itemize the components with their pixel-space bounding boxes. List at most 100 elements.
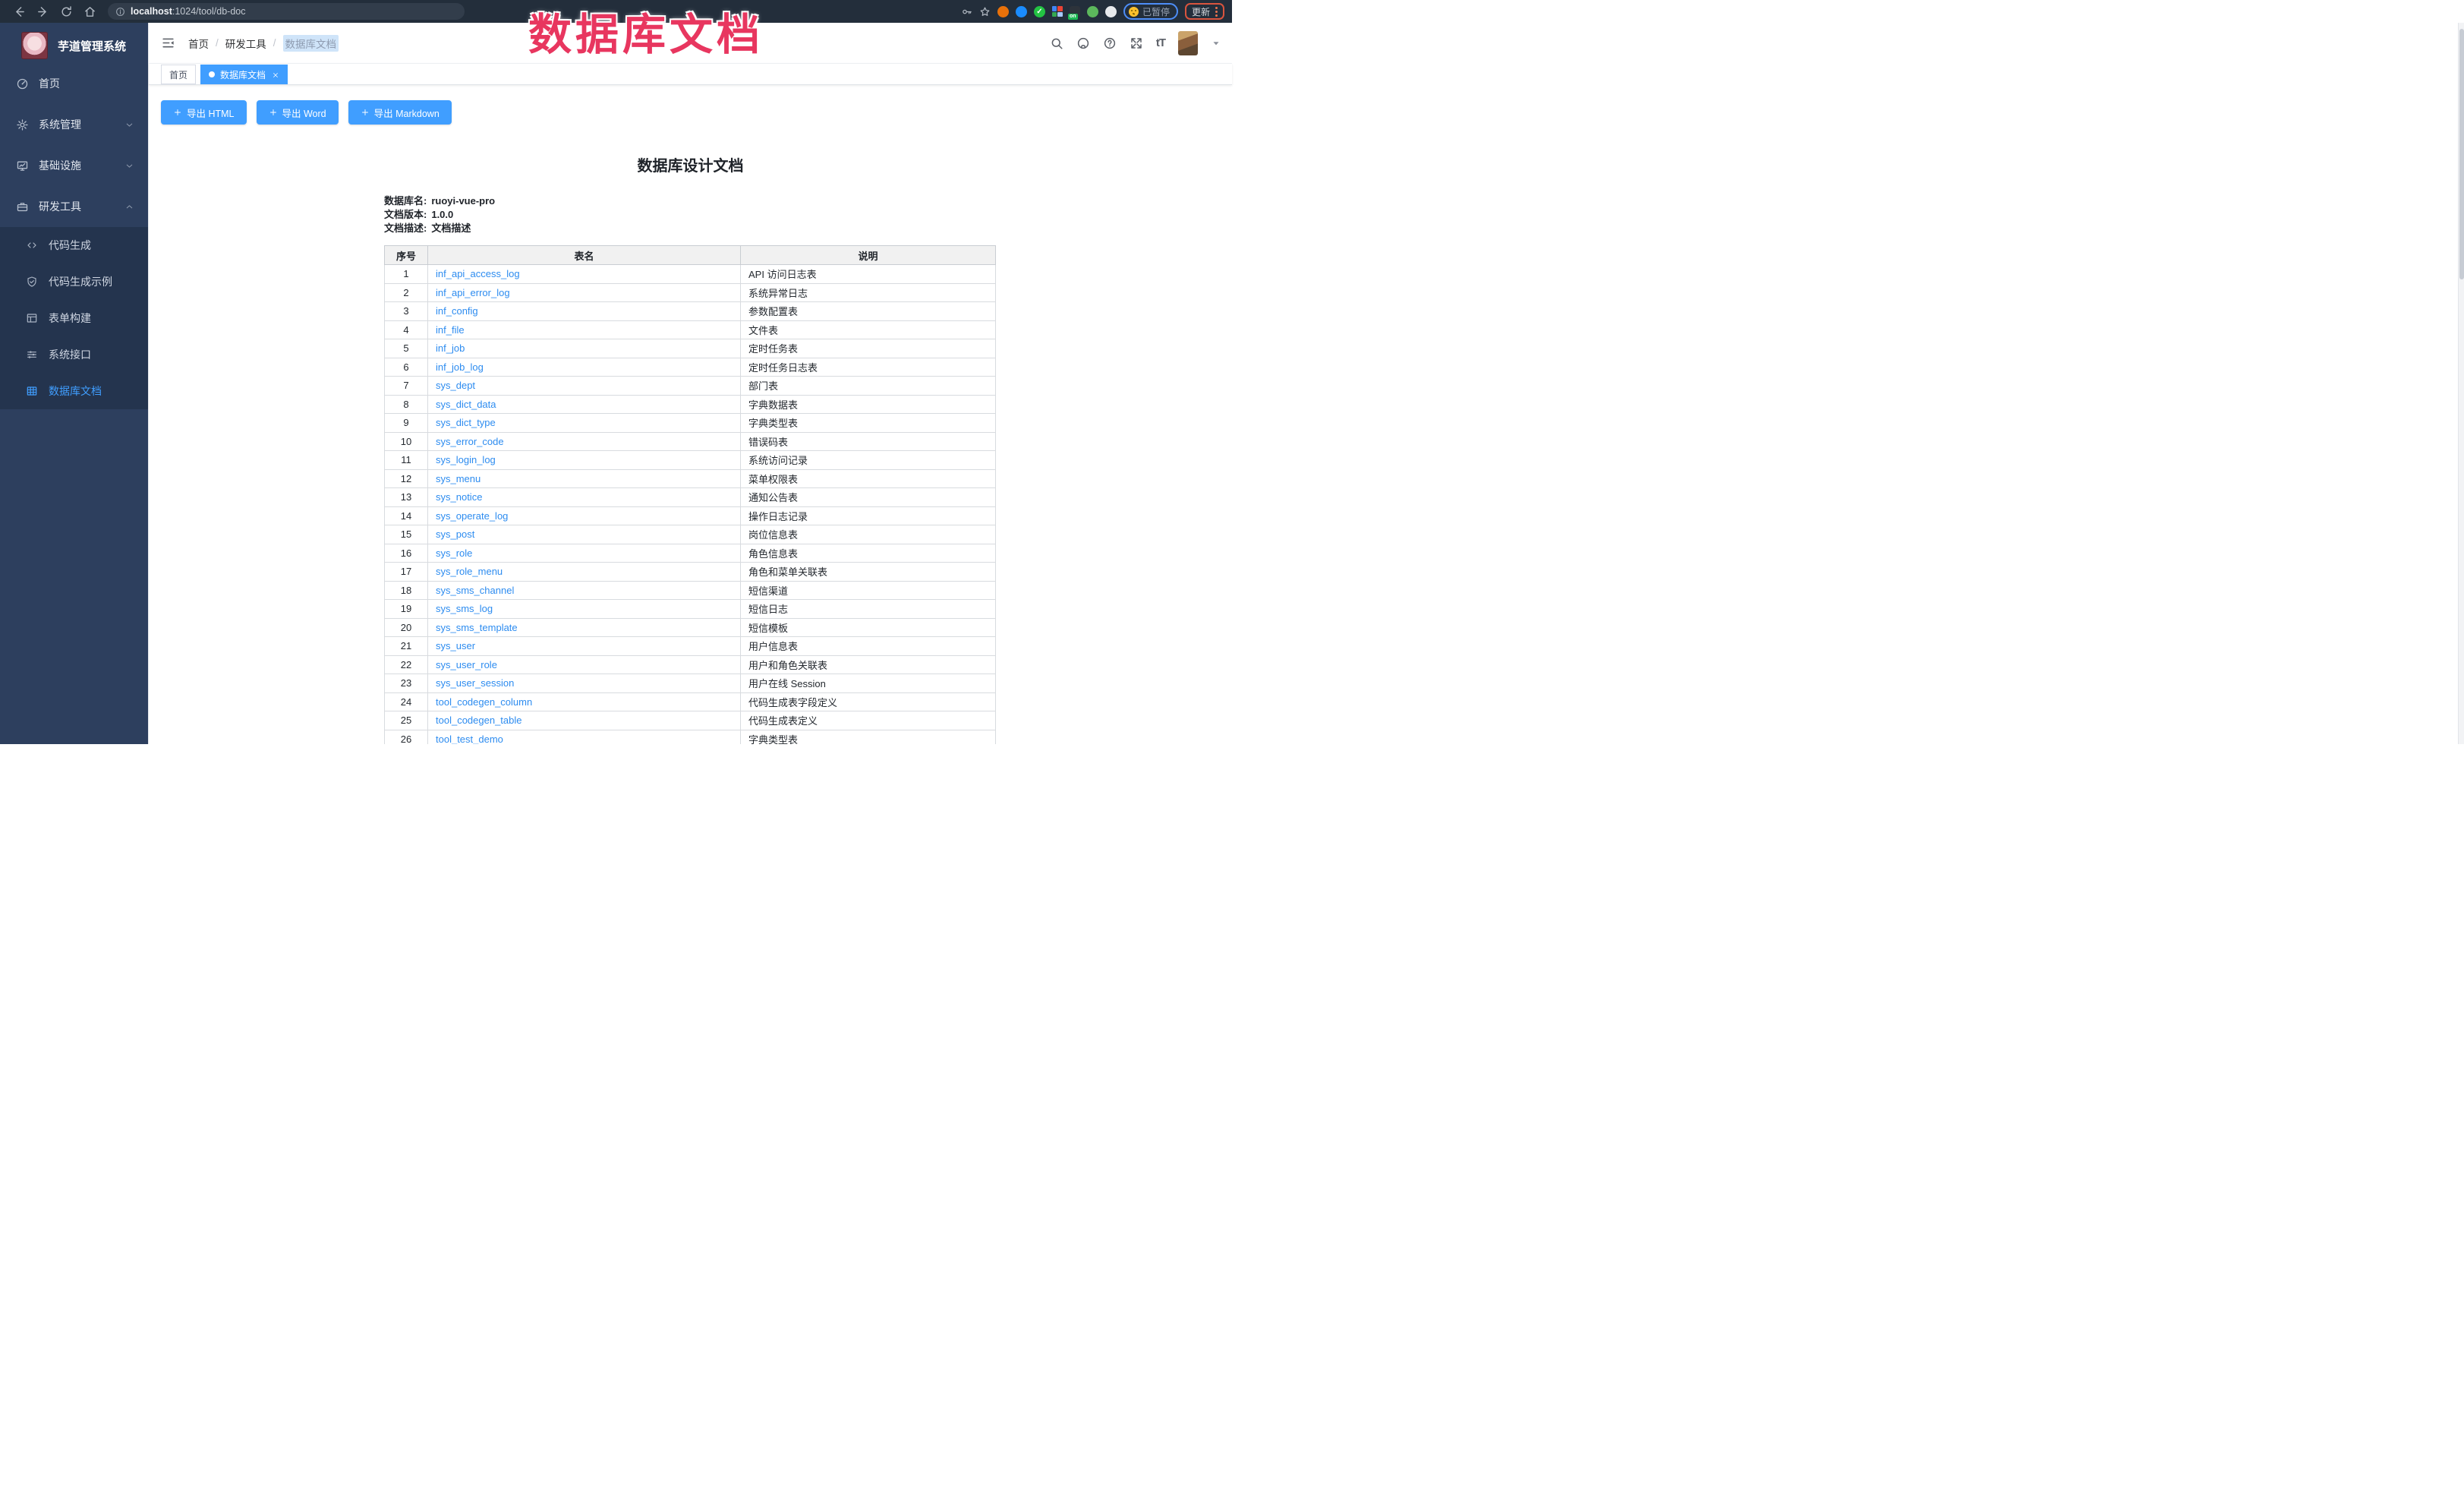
sidebar-item-0[interactable]: 首页 [0, 63, 148, 104]
fullscreen-icon[interactable] [1130, 36, 1143, 50]
table-name-link[interactable]: inf_config [436, 305, 478, 317]
extension-orange-icon[interactable] [997, 6, 1009, 17]
cell-table-name: sys_sms_channel [428, 581, 741, 600]
forward-icon[interactable] [36, 5, 49, 18]
export-button-1[interactable]: 导出 Word [257, 100, 339, 125]
table-name-link[interactable]: tool_test_demo [436, 733, 503, 744]
table-name-link[interactable]: sys_sms_channel [436, 585, 514, 596]
export-button-2[interactable]: 导出 Markdown [348, 100, 452, 125]
back-icon[interactable] [13, 5, 26, 18]
table-name-link[interactable]: sys_role [436, 547, 472, 559]
table-name-link[interactable]: sys_user_session [436, 677, 514, 689]
cell-seq: 15 [385, 525, 428, 544]
url-bar[interactable]: localhost:1024/tool/db-doc [108, 3, 465, 20]
extension-grid-icon[interactable] [1052, 6, 1063, 17]
table-name-link[interactable]: sys_user [436, 640, 475, 651]
profile-paused-pill[interactable]: 已暂停 [1123, 3, 1178, 20]
active-tab-dot [209, 71, 215, 77]
site-info-icon[interactable] [115, 7, 125, 17]
table-name-link[interactable]: sys_dept [436, 380, 475, 391]
table-row: 5inf_job定时任务表 [385, 339, 996, 358]
table-row: 21sys_user用户信息表 [385, 637, 996, 656]
table-name-link[interactable]: inf_file [436, 324, 465, 336]
cell-description: API 访问日志表 [741, 265, 996, 284]
submenu-item-2[interactable]: 表单构建 [0, 300, 148, 336]
cell-table-name: sys_notice [428, 488, 741, 507]
cell-description: 部门表 [741, 377, 996, 396]
table-name-link[interactable]: inf_job [436, 342, 465, 354]
user-menu-caret-icon[interactable] [1211, 38, 1221, 49]
home-icon[interactable] [83, 5, 96, 18]
cell-description: 用户在线 Session [741, 674, 996, 693]
export-button-0[interactable]: 导出 HTML [161, 100, 247, 125]
cell-description: 代码生成表字段定义 [741, 692, 996, 711]
help-icon[interactable] [1103, 36, 1117, 50]
table-name-link[interactable]: inf_api_access_log [436, 268, 520, 279]
extension-leaf-icon[interactable] [1087, 6, 1098, 17]
key-icon[interactable] [961, 6, 972, 17]
table-name-link[interactable]: tool_codegen_table [436, 715, 522, 726]
cell-description: 菜单权限表 [741, 469, 996, 488]
table-name-link[interactable]: sys_notice [436, 491, 482, 503]
table-header-cell: 表名 [428, 246, 741, 265]
scrollbar-thumb[interactable] [2459, 29, 2464, 279]
meta-line-2: 文档描述:文档描述 [384, 222, 1232, 235]
table-name-link[interactable]: sys_dict_type [436, 417, 496, 428]
bookmark-star-icon[interactable] [979, 6, 991, 17]
table-name-link[interactable]: sys_user_role [436, 659, 497, 670]
extension-dark-icon[interactable]: on [1070, 6, 1080, 17]
table-name-link[interactable]: sys_error_code [436, 436, 504, 447]
table-name-link[interactable]: sys_post [436, 528, 474, 540]
url-text: localhost:1024/tool/db-doc [131, 6, 245, 17]
table-row: 11sys_login_log系统访问记录 [385, 451, 996, 470]
browser-menu-icon[interactable] [1215, 7, 1218, 17]
infrastructure-icon [16, 159, 29, 172]
extension-blue-drop-icon[interactable] [1016, 6, 1027, 17]
table-name-link[interactable]: sys_sms_log [436, 603, 493, 614]
tab-close-icon[interactable] [272, 71, 279, 78]
api-icon [26, 349, 38, 361]
table-name-link[interactable]: sys_menu [436, 473, 481, 484]
table-name-link[interactable]: sys_role_menu [436, 566, 503, 577]
table-row: 26tool_test_demo字典类型表 [385, 730, 996, 744]
sidebar-item-1[interactable]: 系统管理 [0, 104, 148, 145]
breadcrumb-item-0[interactable]: 首页 [188, 36, 209, 51]
table-name-link[interactable]: sys_dict_data [436, 399, 496, 410]
font-size-icon[interactable]: tT [1156, 36, 1165, 49]
sidebar-item-label: 首页 [39, 76, 60, 91]
table-name-link[interactable]: tool_codegen_column [436, 696, 532, 708]
table-name-link[interactable]: inf_job_log [436, 361, 484, 373]
page-scrollbar[interactable] [2458, 23, 2464, 744]
tab-0[interactable]: 首页 [161, 65, 196, 84]
table-name-link[interactable]: sys_operate_log [436, 510, 508, 522]
table-name-link[interactable]: inf_api_error_log [436, 287, 510, 298]
table-name-link[interactable]: sys_login_log [436, 454, 496, 465]
app-logo[interactable]: 芋道管理系统 [0, 23, 148, 61]
tab-bar: 首页数据库文档 [149, 64, 1232, 85]
submenu-item-0[interactable]: 代码生成 [0, 227, 148, 263]
submenu-item-1[interactable]: 代码生成示例 [0, 263, 148, 300]
search-icon[interactable] [1050, 36, 1063, 50]
extension-puzzle-icon[interactable] [1105, 6, 1117, 17]
browser-update-button[interactable]: 更新 [1185, 3, 1224, 20]
collapse-sidebar-icon[interactable] [161, 36, 175, 50]
cell-description: 短信日志 [741, 600, 996, 619]
cell-description: 字典数据表 [741, 395, 996, 414]
extension-green-check-icon[interactable]: ✓ [1034, 6, 1045, 17]
reload-icon[interactable] [60, 5, 73, 18]
submenu-item-3[interactable]: 系统接口 [0, 336, 148, 373]
sidebar-item-label: 基础设施 [39, 158, 81, 173]
sidebar-item-2[interactable]: 基础设施 [0, 145, 148, 186]
tab-label: 首页 [169, 68, 187, 81]
cell-seq: 16 [385, 544, 428, 563]
cell-seq: 2 [385, 283, 428, 302]
sidebar-item-3[interactable]: 研发工具 [0, 186, 148, 227]
submenu-item-4[interactable]: 数据库文档 [0, 373, 148, 409]
github-icon[interactable] [1076, 36, 1090, 50]
tab-1[interactable]: 数据库文档 [200, 65, 288, 84]
table-name-link[interactable]: sys_sms_template [436, 622, 518, 633]
cell-description: 用户信息表 [741, 637, 996, 656]
breadcrumb-item-1[interactable]: 研发工具 [225, 36, 266, 51]
user-avatar[interactable] [1178, 31, 1198, 55]
cell-description: 字典类型表 [741, 730, 996, 744]
